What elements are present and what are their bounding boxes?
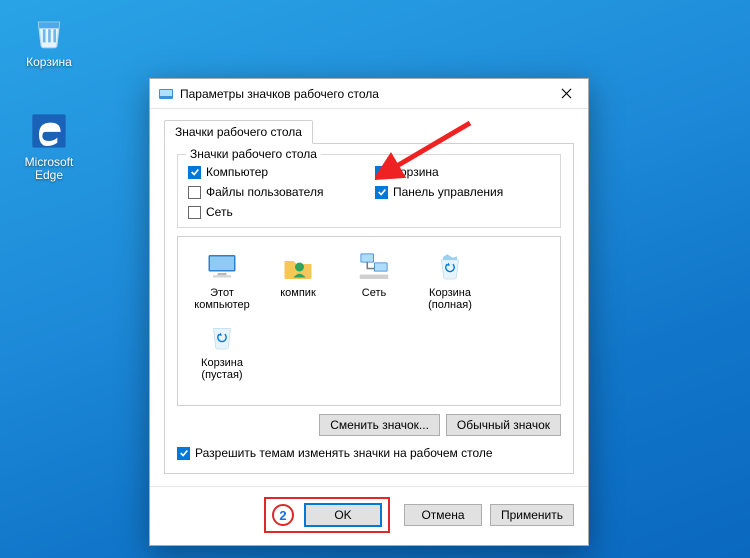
icon-preview-list[interactable]: Этот компьютер компик (177, 236, 561, 406)
dialog-button-row: 2 OK Отмена Применить (150, 486, 588, 545)
ok-button[interactable]: OK (304, 503, 382, 527)
checkbox-icon (188, 186, 201, 199)
checkbox-allow-themes[interactable]: Разрешить темам изменять значки на рабоч… (177, 446, 561, 460)
close-button[interactable] (544, 79, 588, 109)
recycle-bin-icon (28, 10, 70, 52)
this-pc-icon (204, 249, 240, 285)
checkbox-icon (375, 166, 388, 179)
desktop-icons-group: Значки рабочего стола Компьютер Корзина … (177, 154, 561, 228)
checkbox-icon (188, 166, 201, 179)
icon-label: компик (264, 287, 332, 299)
icon-label: Сеть (340, 287, 408, 299)
checkbox-icon (177, 447, 190, 460)
window-icon (158, 86, 174, 102)
desktop-icon-settings-window: Параметры значков рабочего стола Значки … (149, 78, 589, 546)
apply-button[interactable]: Применить (490, 504, 574, 526)
default-icon-button[interactable]: Обычный значок (446, 414, 561, 436)
checkbox-label: Сеть (206, 205, 233, 219)
checkbox-user-files[interactable]: Файлы пользователя (188, 185, 363, 199)
checkbox-network[interactable]: Сеть (188, 205, 363, 219)
titlebar: Параметры значков рабочего стола (150, 79, 588, 109)
recycle-full-icon (432, 249, 468, 285)
checkbox-icon (375, 186, 388, 199)
tab-desktop-icons[interactable]: Значки рабочего стола (164, 120, 313, 144)
icon-item-recycle-empty[interactable]: Корзина (пустая) (186, 317, 258, 383)
checkbox-label: Компьютер (206, 165, 268, 179)
user-folder-icon (280, 249, 316, 285)
group-legend: Значки рабочего стола (186, 147, 321, 161)
checkbox-label: Панель управления (393, 185, 503, 199)
icon-item-network[interactable]: Сеть (338, 247, 410, 313)
change-icon-button[interactable]: Сменить значок... (319, 414, 440, 436)
checkbox-control-panel[interactable]: Панель управления (375, 185, 550, 199)
icon-label: Этот компьютер (188, 287, 256, 311)
checkbox-label: Файлы пользователя (206, 185, 323, 199)
edge-icon (28, 110, 70, 152)
checkbox-label: Разрешить темам изменять значки на рабоч… (195, 446, 493, 460)
icon-item-this-pc[interactable]: Этот компьютер (186, 247, 258, 313)
annotation-step-badge: 2 (272, 504, 294, 526)
desktop-icon-label: Корзина (14, 56, 84, 69)
icon-item-recycle-full[interactable]: Корзина (полная) (414, 247, 486, 313)
icon-label: Корзина (полная) (416, 287, 484, 311)
annotation-step-highlight: 2 OK (264, 497, 390, 533)
window-title: Параметры значков рабочего стола (180, 87, 544, 101)
desktop-icon-edge[interactable]: Microsoft Edge (14, 110, 84, 182)
checkbox-recycle[interactable]: Корзина (375, 165, 550, 179)
desktop-icon-label: Microsoft Edge (14, 156, 84, 182)
recycle-empty-icon (204, 319, 240, 355)
desktop-icon-recycle-bin[interactable]: Корзина (14, 10, 84, 69)
checkbox-label: Корзина (393, 165, 439, 179)
cancel-button[interactable]: Отмена (404, 504, 482, 526)
icon-item-user-folder[interactable]: компик (262, 247, 334, 313)
network-icon (356, 249, 392, 285)
checkbox-computer[interactable]: Компьютер (188, 165, 363, 179)
icon-label: Корзина (пустая) (188, 357, 256, 381)
checkbox-icon (188, 206, 201, 219)
